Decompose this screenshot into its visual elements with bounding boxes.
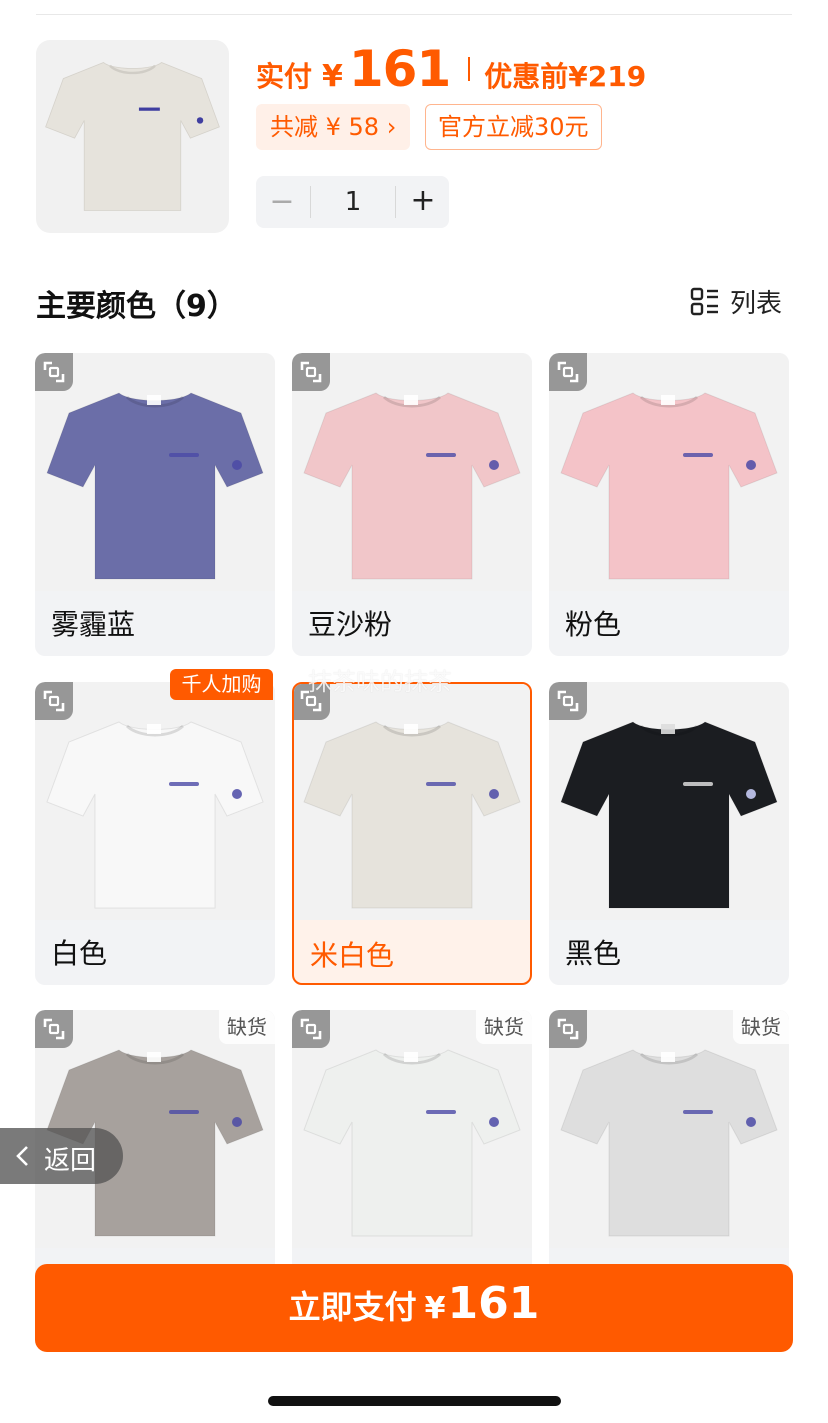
- decrease-button[interactable]: −: [256, 176, 308, 228]
- pay-now-button[interactable]: 立即支付 ¥ 161: [35, 1264, 793, 1352]
- tshirt-image: [560, 721, 778, 909]
- tshirt-image: [46, 392, 264, 580]
- out-of-stock-badge: 缺货: [476, 1010, 532, 1044]
- watermark: 抹茶味的抹茶: [308, 668, 452, 696]
- back-label: 返回: [44, 1146, 97, 1176]
- color-option-image: [292, 1010, 532, 1248]
- color-option-card[interactable]: 黑色: [549, 682, 789, 985]
- color-option-image: [292, 353, 532, 591]
- expand-icon: [300, 361, 322, 383]
- tshirt-image: [560, 392, 778, 580]
- official-discount-chip: 官方立减30元: [425, 104, 602, 150]
- tshirt-image: [303, 392, 521, 580]
- zoom-icon[interactable]: [35, 682, 73, 720]
- home-indicator: [268, 1396, 561, 1406]
- back-button[interactable]: 返回: [0, 1128, 123, 1184]
- zoom-icon[interactable]: [292, 353, 330, 391]
- before-discount-price: ¥219: [568, 60, 647, 93]
- expand-icon: [557, 361, 579, 383]
- quantity-stepper: − 1 +: [256, 176, 449, 228]
- color-option-name: 雾霾蓝: [51, 608, 136, 641]
- pay-currency: ¥: [424, 1291, 446, 1326]
- price-row: 实付 ¥ 161 优惠前 ¥219: [256, 40, 646, 98]
- color-option-card[interactable]: 粉色: [549, 353, 789, 656]
- color-option-image: [35, 682, 275, 920]
- total-discount-chip[interactable]: 共减 ¥ 58 ›: [256, 104, 411, 150]
- tshirt-image: [303, 721, 521, 909]
- actual-pay-label: 实付: [256, 60, 313, 93]
- color-option-image: [549, 1010, 789, 1248]
- before-discount-label: 优惠前: [484, 60, 569, 93]
- zoom-icon[interactable]: [292, 1010, 330, 1048]
- color-option-card[interactable]: 米白色: [292, 682, 532, 985]
- expand-icon: [300, 1018, 322, 1040]
- zoom-icon[interactable]: [549, 1010, 587, 1048]
- color-option-image: [549, 682, 789, 920]
- color-option-image: [294, 684, 530, 920]
- zoom-icon[interactable]: [35, 353, 73, 391]
- chevron-left-icon: [16, 1146, 28, 1166]
- increase-button[interactable]: +: [397, 176, 449, 228]
- expand-icon: [557, 690, 579, 712]
- color-option-name: 米白色: [310, 939, 395, 972]
- color-option-name: 豆沙粉: [308, 608, 393, 641]
- list-view-toggle[interactable]: 列表: [690, 283, 782, 320]
- color-option-name: 黑色: [565, 937, 622, 970]
- pay-now-label: 立即支付: [288, 1288, 417, 1326]
- out-of-stock-badge: 缺货: [733, 1010, 789, 1044]
- quantity-value[interactable]: 1: [310, 186, 396, 218]
- out-of-stock-badge: 缺货: [219, 1010, 275, 1044]
- currency-symbol: ¥: [322, 59, 343, 94]
- color-option-name: 粉色: [565, 608, 622, 641]
- popular-badge: 千人加购: [170, 669, 273, 700]
- tshirt-image: [303, 1049, 521, 1237]
- color-option-card[interactable]: 白色: [35, 682, 275, 985]
- tshirt-image: [45, 62, 220, 211]
- list-view-label: 列表: [730, 289, 783, 319]
- color-option-image: [35, 353, 275, 591]
- zoom-icon[interactable]: [549, 353, 587, 391]
- color-option-name: 白色: [51, 937, 108, 970]
- tshirt-image: [46, 721, 264, 909]
- actual-price: 161: [348, 40, 451, 98]
- expand-icon: [557, 1018, 579, 1040]
- top-divider: [36, 14, 792, 15]
- color-option-card[interactable]: 雾霾蓝: [35, 353, 275, 656]
- list-view-icon: [690, 287, 718, 315]
- expand-icon: [43, 361, 65, 383]
- tshirt-image: [560, 1049, 778, 1237]
- zoom-icon[interactable]: [35, 1010, 73, 1048]
- pay-amount: 161: [447, 1278, 540, 1329]
- expand-icon: [43, 690, 65, 712]
- zoom-icon[interactable]: [549, 682, 587, 720]
- color-section-title: 主要颜色（9）: [36, 289, 237, 324]
- expand-icon: [43, 1018, 65, 1040]
- color-option-image: [549, 353, 789, 591]
- price-separator: [468, 57, 471, 81]
- product-thumbnail[interactable]: [36, 40, 229, 233]
- color-option-card[interactable]: 豆沙粉: [292, 353, 532, 656]
